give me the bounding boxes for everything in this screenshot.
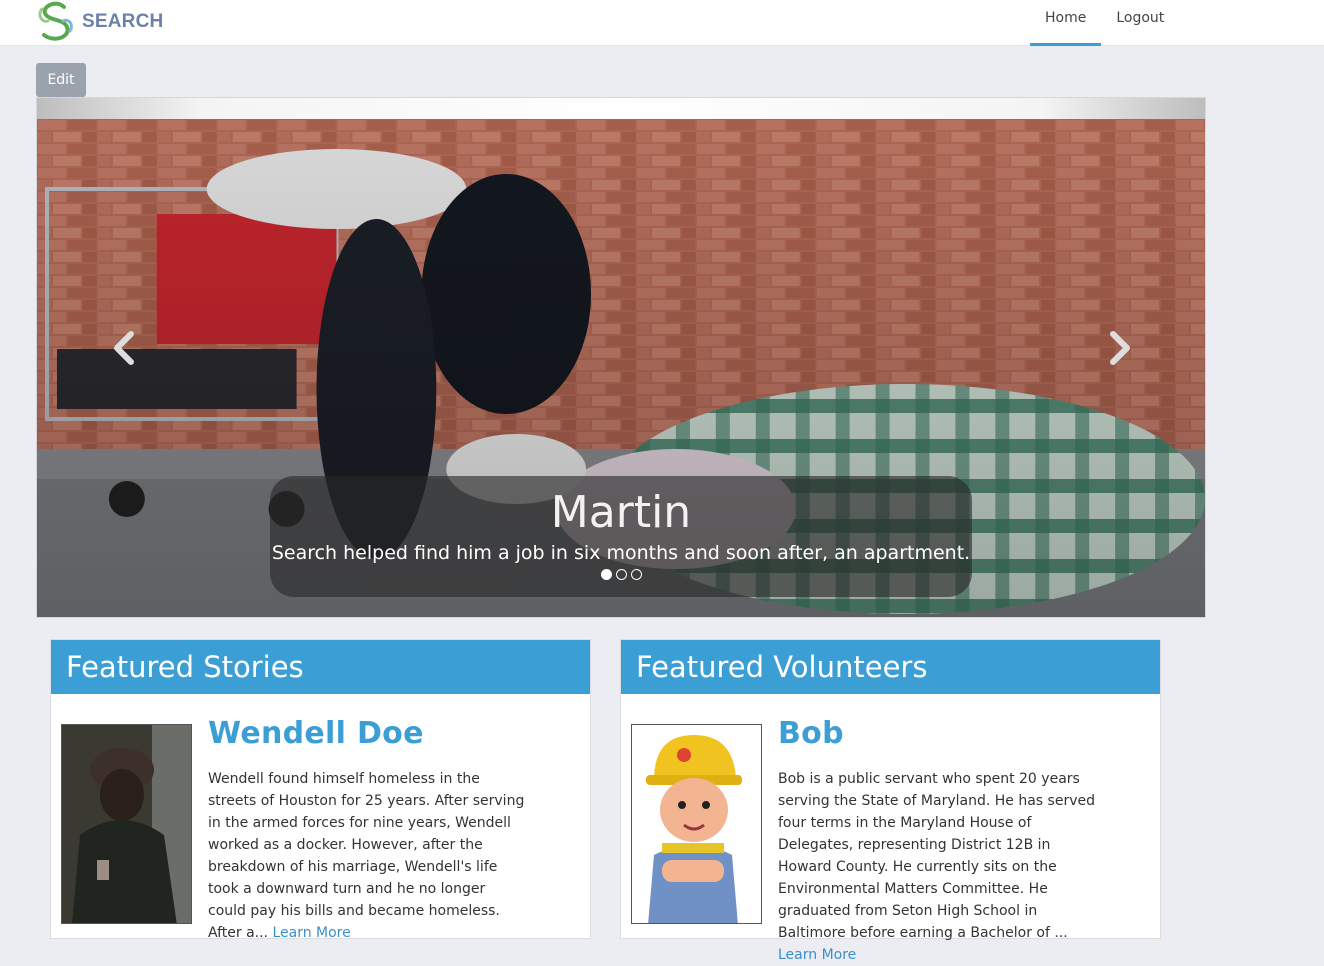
slide-text: Search helped find him a job in six mont… <box>271 542 971 564</box>
edit-button[interactable]: Edit <box>36 63 86 97</box>
featured-volunteers-header: Featured Volunteers <box>621 640 1160 694</box>
carousel-dot-3[interactable] <box>630 569 642 580</box>
carousel-top-strip <box>37 98 1205 119</box>
volunteer-bio: Bob is a public servant who spent 20 yea… <box>778 768 1096 966</box>
story-person-name[interactable]: Wendell Doe <box>208 716 424 751</box>
main-nav: Home Logout <box>1030 0 1179 46</box>
nav-home[interactable]: Home <box>1030 0 1102 46</box>
slide-title: Martin <box>550 487 692 538</box>
featured-stories-header: Featured Stories <box>51 640 590 694</box>
story-learn-more-link[interactable]: Learn More <box>272 925 350 941</box>
carousel-dot-1[interactable] <box>600 569 612 580</box>
carousel-next-arrow-icon[interactable] <box>1105 328 1135 368</box>
volunteer-person-name[interactable]: Bob <box>778 716 844 751</box>
story-bio: Wendell found himself homeless in the st… <box>208 768 526 944</box>
story-bio-text: Wendell found himself homeless in the st… <box>208 771 525 941</box>
volunteer-person-photo[interactable] <box>631 724 762 924</box>
top-navbar: SEARCH Home Logout <box>0 0 1324 46</box>
story-person-photo[interactable] <box>61 724 192 924</box>
carousel-indicators <box>270 569 972 580</box>
featured-stories-panel: Featured Stories Wendell Doe Wendell fou… <box>50 639 591 941</box>
brand-logo[interactable]: SEARCH <box>34 0 163 44</box>
carousel-dot-2[interactable] <box>615 569 627 580</box>
hero-carousel: Martin Search helped find him a job in s… <box>36 97 1206 618</box>
nav-logout[interactable]: Logout <box>1101 0 1179 46</box>
featured-volunteers-panel: Featured Volunteers Bob Bob is a public … <box>620 639 1161 963</box>
carousel-prev-arrow-icon[interactable] <box>109 328 139 368</box>
search-logo-icon <box>38 1 73 41</box>
volunteer-bio-text: Bob is a public servant who spent 20 yea… <box>778 771 1095 941</box>
carousel-caption: Martin Search helped find him a job in s… <box>270 476 972 597</box>
brand-name: SEARCH <box>82 11 164 32</box>
volunteer-learn-more-link[interactable]: Learn More <box>778 947 856 963</box>
